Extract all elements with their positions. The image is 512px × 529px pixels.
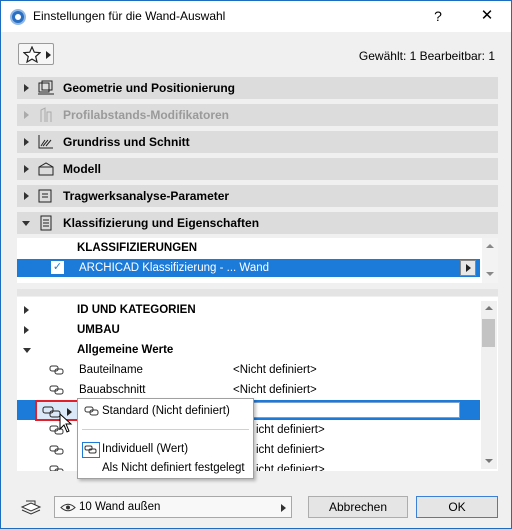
- panel-label: Grundriss und Schnitt: [63, 135, 190, 149]
- favorites-caret-icon: [46, 51, 51, 59]
- settings-dialog: Einstellungen für die Wand-Auswahl ? ✕ G…: [0, 0, 512, 529]
- link-icon: [49, 465, 64, 471]
- panel-profile-modifiers: Profilabstands-Modifikatoren: [17, 104, 498, 126]
- layer-settings-icon[interactable]: [20, 497, 42, 517]
- menu-item-custom[interactable]: Individuell (Wert): [78, 439, 253, 459]
- scroll-up-icon[interactable]: [485, 306, 493, 310]
- mouse-cursor-icon: [59, 413, 73, 433]
- value-type-menu: Standard (Nicht definiert) Individuell (…: [77, 398, 254, 479]
- menu-item-label: Individuell (Wert): [102, 443, 189, 455]
- expand-arrow-icon: [24, 111, 29, 119]
- classification-row[interactable]: ✓ ARCHICAD Klassifizierung - ... Wand: [17, 259, 480, 277]
- property-value-field[interactable]: [250, 402, 460, 418]
- classification-icon: [40, 215, 52, 231]
- menu-divider: [82, 429, 249, 430]
- property-name: Bauteilname: [79, 364, 143, 376]
- panel-floorplan-section[interactable]: Grundriss und Schnitt: [17, 131, 498, 153]
- menu-item-undefined[interactable]: Als Nicht definiert festgelegt: [78, 458, 253, 478]
- link-icon: [49, 445, 64, 455]
- property-value: icht definiert>: [256, 464, 325, 471]
- panel-label: Tragwerksanalyse-Parameter: [63, 189, 230, 203]
- property-value: <Nicht definiert>: [233, 364, 317, 376]
- panel-label: Modell: [63, 162, 101, 176]
- panel-model[interactable]: Modell: [17, 158, 498, 180]
- panel-geometry[interactable]: Geometrie und Positionierung: [17, 77, 498, 99]
- star-icon: [23, 46, 41, 63]
- scroll-up-icon[interactable]: [486, 244, 494, 248]
- menu-item-label: Standard (Nicht definiert): [102, 405, 230, 417]
- classification-header: KLASSIFIZIERUNGEN: [77, 242, 198, 254]
- classification-scrollbar[interactable]: [482, 238, 498, 283]
- floorplan-section-icon: [38, 135, 53, 149]
- cancel-button[interactable]: Abbrechen: [308, 496, 408, 518]
- panel-classification[interactable]: Klassifizierung und Eigenschaften: [17, 212, 498, 234]
- property-value: icht definiert>: [256, 444, 325, 456]
- scroll-thumb[interactable]: [482, 319, 495, 347]
- profile-modifier-icon: [40, 107, 52, 122]
- model-icon: [38, 162, 54, 176]
- classification-arrow-button[interactable]: [460, 260, 476, 276]
- link-icon: [49, 365, 64, 375]
- expand-arrow-icon: [24, 138, 29, 146]
- selection-info: Gewählt: 1 Bearbeitbar: 1: [358, 49, 495, 63]
- scroll-down-icon[interactable]: [485, 459, 493, 463]
- collapse-arrow-icon: [22, 221, 30, 226]
- close-button[interactable]: ✕: [475, 5, 499, 27]
- expand-arrow-icon: [24, 84, 29, 92]
- expand-arrow-icon: [24, 192, 29, 200]
- eye-icon: [60, 503, 76, 512]
- property-row[interactable]: Bauabschnitt <Nicht definiert>: [17, 380, 480, 400]
- property-value: icht definiert>: [256, 424, 325, 436]
- title-bar: Einstellungen für die Wand-Auswahl ? ✕: [1, 1, 511, 32]
- panel-label: Geometrie und Positionierung: [63, 81, 236, 95]
- panel-label: Klassifizierung und Eigenschaften: [63, 216, 260, 230]
- group-label: UMBAU: [77, 324, 120, 336]
- divider[interactable]: [17, 289, 498, 296]
- panel-label: Profilabstands-Modifikatoren: [63, 108, 230, 122]
- classification-list: KLASSIFIZIERUNGEN ✓ ARCHICAD Klassifizie…: [17, 238, 498, 283]
- group-row-id-categories[interactable]: ID UND KATEGORIEN: [17, 300, 480, 320]
- group-label: Allgemeine Werte: [77, 344, 174, 356]
- expand-arrow-icon: [24, 326, 29, 334]
- help-button[interactable]: ?: [427, 5, 449, 27]
- expand-arrow-icon: [24, 165, 29, 173]
- group-label: ID UND KATEGORIEN: [77, 304, 196, 316]
- classification-text: ARCHICAD Klassifizierung - ... Wand: [79, 262, 270, 274]
- archicad-app-icon: [10, 9, 26, 25]
- panel-structural-analysis[interactable]: Tragwerksanalyse-Parameter: [17, 185, 498, 207]
- favorites-button[interactable]: [18, 43, 54, 65]
- layer-name: 10 Wand außen: [79, 501, 161, 513]
- scroll-down-icon[interactable]: [486, 272, 494, 276]
- link-icon: [84, 406, 99, 416]
- group-row-umbau[interactable]: UMBAU: [17, 320, 480, 340]
- property-value: <Nicht definiert>: [233, 384, 317, 396]
- ok-button[interactable]: OK: [416, 496, 498, 518]
- link-icon: [49, 385, 64, 395]
- structural-analysis-icon: [38, 189, 52, 203]
- expand-arrow-icon: [24, 306, 29, 314]
- properties-scrollbar[interactable]: [481, 301, 497, 469]
- custom-value-icon: [82, 442, 100, 458]
- collapse-arrow-icon: [23, 348, 31, 353]
- menu-item-label: Als Nicht definiert festgelegt: [102, 462, 245, 474]
- geometry-icon: [38, 80, 54, 95]
- group-row-general[interactable]: Allgemeine Werte: [17, 340, 480, 360]
- window-title: Einstellungen für die Wand-Auswahl: [33, 9, 226, 23]
- layer-dropdown[interactable]: 10 Wand außen: [54, 496, 292, 518]
- menu-item-standard[interactable]: Standard (Nicht definiert): [78, 401, 253, 421]
- dropdown-caret-icon: [281, 504, 286, 512]
- property-row[interactable]: Bauteilname <Nicht definiert>: [17, 360, 480, 380]
- classification-checkbox[interactable]: ✓: [51, 261, 64, 274]
- property-name: Bauabschnitt: [79, 384, 146, 396]
